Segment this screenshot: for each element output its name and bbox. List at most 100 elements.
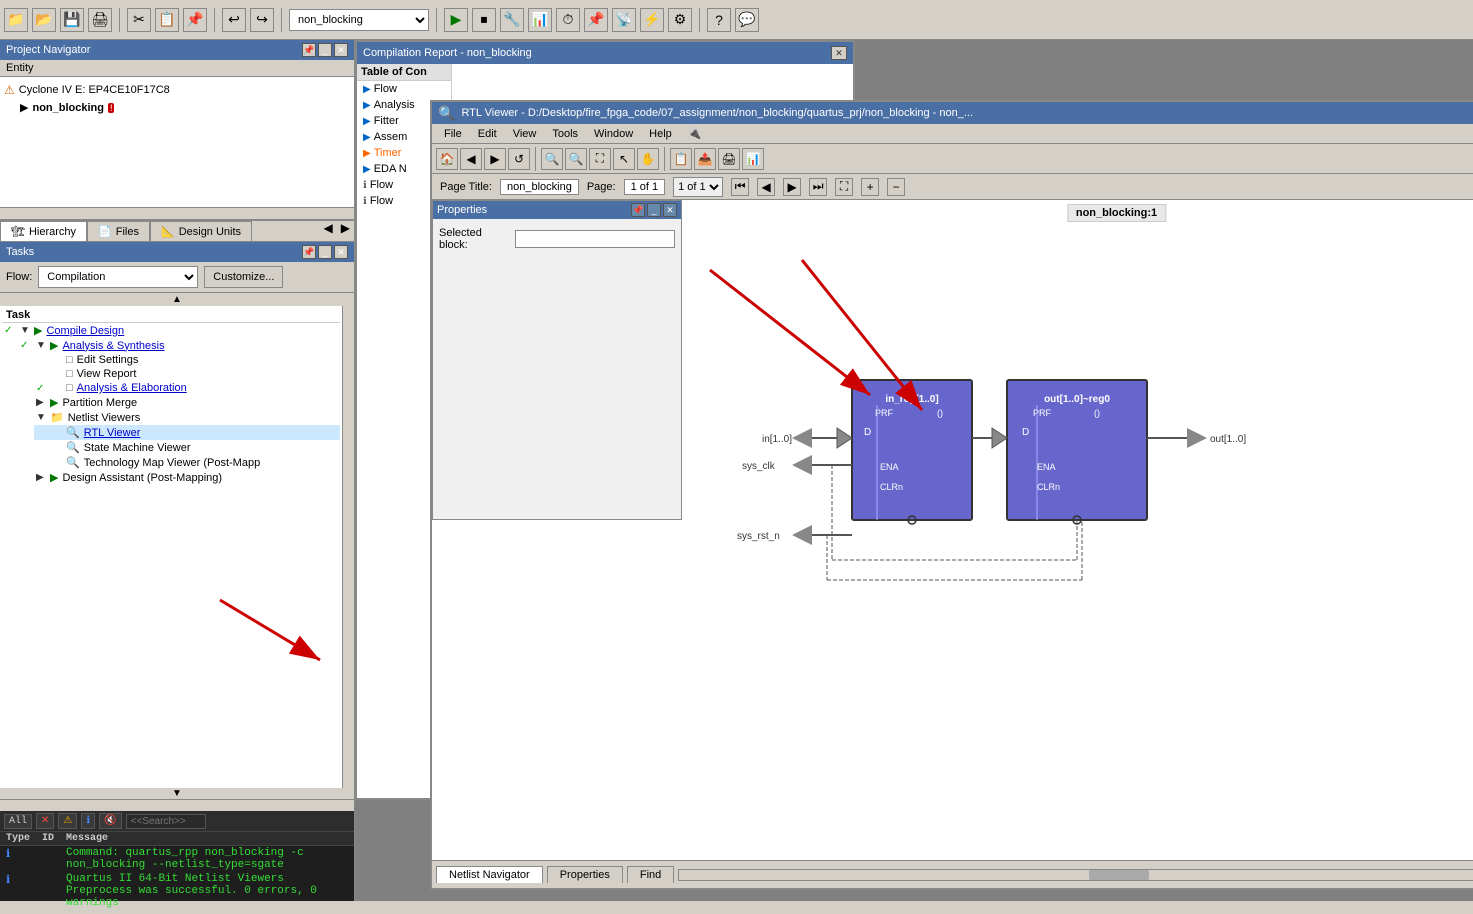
toolbar-btn-save[interactable]: 💾 [60, 8, 84, 32]
task-expand-netlist[interactable]: ▼ [36, 412, 46, 423]
task-item-partition-merge[interactable]: ▶ ▶ Partition Merge [18, 395, 340, 410]
rtl-btn-back[interactable]: ◀ [460, 148, 482, 170]
rtl-btn-zoomout[interactable]: 🔍 [565, 148, 587, 170]
toolbar-btn-redo[interactable]: ↪ [250, 8, 274, 32]
task-expand-compile[interactable]: ▼ [20, 325, 30, 336]
menu-window[interactable]: Window [586, 126, 641, 142]
task-item-design-assistant[interactable]: ▶ ▶ Design Assistant (Post-Mapping) [18, 470, 340, 485]
rtl-tab-netlist[interactable]: Netlist Navigator [436, 866, 543, 883]
task-expand-partition[interactable]: ▶ [36, 397, 46, 408]
menu-file[interactable]: File [436, 126, 470, 142]
toc-item-flow-0[interactable]: ▶ Flow [357, 81, 451, 97]
task-item-edit-settings[interactable]: □ Edit Settings [34, 353, 340, 367]
msg-error-btn[interactable]: ✕ [36, 813, 54, 829]
toolbar-btn-copy[interactable]: 📋 [155, 8, 179, 32]
rtl-btn-netlist-nav[interactable]: 📋 [670, 148, 692, 170]
tasks-close-btn[interactable]: ✕ [334, 245, 348, 259]
rtl-tab-properties[interactable]: Properties [547, 866, 623, 883]
pn-min-btn[interactable]: _ [318, 43, 332, 57]
prop-pin-btn[interactable]: 📌 [631, 203, 645, 217]
page-prev-btn[interactable]: ◀ [757, 178, 775, 196]
cyclone-device-item[interactable]: ⚠ Cyclone IV E: EP4CE10F17C8 [4, 81, 350, 99]
toolbar-btn-new[interactable]: 📁 [4, 8, 28, 32]
rtl-btn-fit[interactable]: ⛶ [589, 148, 611, 170]
tab-next-btn[interactable]: ▶ [337, 221, 354, 241]
toolbar-btn-stop[interactable]: ⏹ [472, 8, 496, 32]
task-item-tech-map[interactable]: 🔍 Technology Map Viewer (Post-Mapp [34, 455, 340, 470]
task-item-state-machine[interactable]: 🔍 State Machine Viewer [34, 440, 340, 455]
menu-view[interactable]: View [505, 126, 545, 142]
rtl-btn-forward[interactable]: ▶ [484, 148, 506, 170]
rtl-btn-extra[interactable]: 📊 [742, 148, 764, 170]
menu-tools[interactable]: Tools [544, 126, 586, 142]
page-zoom-fit[interactable]: ⛶ [835, 178, 853, 196]
task-item-compile-design[interactable]: ✓ ▼ ▶ Compile Design [2, 323, 340, 338]
toolbar-btn-info[interactable]: 💬 [735, 8, 759, 32]
rtl-btn-print[interactable]: 🖨 [718, 148, 740, 170]
customize-btn[interactable]: Customize... [204, 266, 283, 288]
project-dropdown[interactable]: non_blocking [289, 9, 429, 31]
rtl-btn-pan[interactable]: ✋ [637, 148, 659, 170]
tab-prev-btn[interactable]: ◀ [320, 221, 337, 241]
prop-close-btn[interactable]: ✕ [663, 203, 677, 217]
menu-help[interactable]: Help [641, 126, 680, 142]
task-item-rtl-viewer[interactable]: 🔍 RTL Viewer [34, 425, 340, 440]
task-expand-design[interactable]: ▶ [36, 472, 46, 483]
tasks-pin-btn[interactable]: 📌 [302, 245, 316, 259]
toolbar-btn-open[interactable]: 📂 [32, 8, 56, 32]
msg-warn-btn[interactable]: ⚠ [58, 813, 77, 829]
pn-h-scrollbar[interactable] [0, 207, 354, 219]
project-item[interactable]: ▶ non_blocking ! [20, 99, 350, 116]
msg-search-input[interactable] [126, 814, 206, 829]
cr-close-btn[interactable]: ✕ [831, 46, 847, 60]
page-next-btn[interactable]: ▶ [783, 178, 801, 196]
toolbar-btn-settings[interactable]: ⚙ [668, 8, 692, 32]
rtl-btn-select[interactable]: ↖ [613, 148, 635, 170]
tab-hierarchy[interactable]: 🏗 Hierarchy [0, 221, 87, 241]
toolbar-btn-help[interactable]: ? [707, 8, 731, 32]
task-h-scrollbar[interactable] [0, 799, 354, 811]
entity-tab[interactable]: Entity [6, 62, 34, 74]
page-first-btn[interactable]: ⏮ [731, 178, 749, 196]
rtl-h-scrollbar[interactable] [678, 869, 1473, 881]
prop-min-btn[interactable]: _ [647, 203, 661, 217]
msg-suppress-btn[interactable]: 🔇 [99, 813, 121, 829]
flow-combo[interactable]: Compilation [38, 266, 198, 288]
rtl-btn-zoomin[interactable]: 🔍 [541, 148, 563, 170]
task-item-view-report[interactable]: □ View Report [34, 367, 340, 381]
rtl-btn-home[interactable]: 🏠 [436, 148, 458, 170]
toolbar-btn-paste[interactable]: 📌 [183, 8, 207, 32]
task-item-analysis-synthesis[interactable]: ✓ ▼ ▶ Analysis & Synthesis [18, 338, 340, 353]
toolbar-btn-analyze[interactable]: 🔧 [500, 8, 524, 32]
toolbar-btn-cut[interactable]: ✂ [127, 8, 151, 32]
toolbar-btn-rtl[interactable]: 📊 [528, 8, 552, 32]
task-scroll-up[interactable]: ▲ [172, 294, 182, 305]
rtl-tab-find[interactable]: Find [627, 866, 674, 883]
toolbar-btn-pin[interactable]: 📌 [584, 8, 608, 32]
task-scroll-down[interactable]: ▼ [172, 788, 182, 799]
page-last-btn[interactable]: ⏭ [809, 178, 827, 196]
page-zoom-in[interactable]: + [861, 178, 879, 196]
toolbar-btn-undo[interactable]: ↩ [222, 8, 246, 32]
toolbar-btn-program[interactable]: ⚡ [640, 8, 664, 32]
pn-pin-btn[interactable]: 📌 [302, 43, 316, 57]
toolbar-btn-compile[interactable]: ▶ [444, 8, 468, 32]
tab-files[interactable]: 📄 Files [87, 221, 150, 241]
msg-info-btn[interactable]: ℹ [81, 813, 95, 829]
toolbar-btn-signaltap[interactable]: 📡 [612, 8, 636, 32]
msg-all-btn[interactable]: All [4, 814, 32, 829]
tab-design-units[interactable]: 📐 Design Units [150, 221, 252, 241]
toolbar-btn-print[interactable]: 🖨 [88, 8, 112, 32]
menu-plugin[interactable]: 🔌 [680, 125, 710, 142]
task-item-netlist-viewers[interactable]: ▼ 📁 Netlist Viewers [18, 410, 340, 425]
rtl-btn-export[interactable]: 📤 [694, 148, 716, 170]
task-item-elaboration[interactable]: ✓ □ Analysis & Elaboration [34, 381, 340, 395]
menu-edit[interactable]: Edit [470, 126, 505, 142]
tasks-min-btn[interactable]: _ [318, 245, 332, 259]
toolbar-btn-timing[interactable]: ⏱ [556, 8, 580, 32]
page-zoom-out[interactable]: − [887, 178, 905, 196]
rtl-btn-refresh[interactable]: ↺ [508, 148, 530, 170]
selected-block-value[interactable] [515, 230, 675, 248]
task-v-scrollbar[interactable] [342, 306, 354, 788]
pn-close-btn[interactable]: ✕ [334, 43, 348, 57]
